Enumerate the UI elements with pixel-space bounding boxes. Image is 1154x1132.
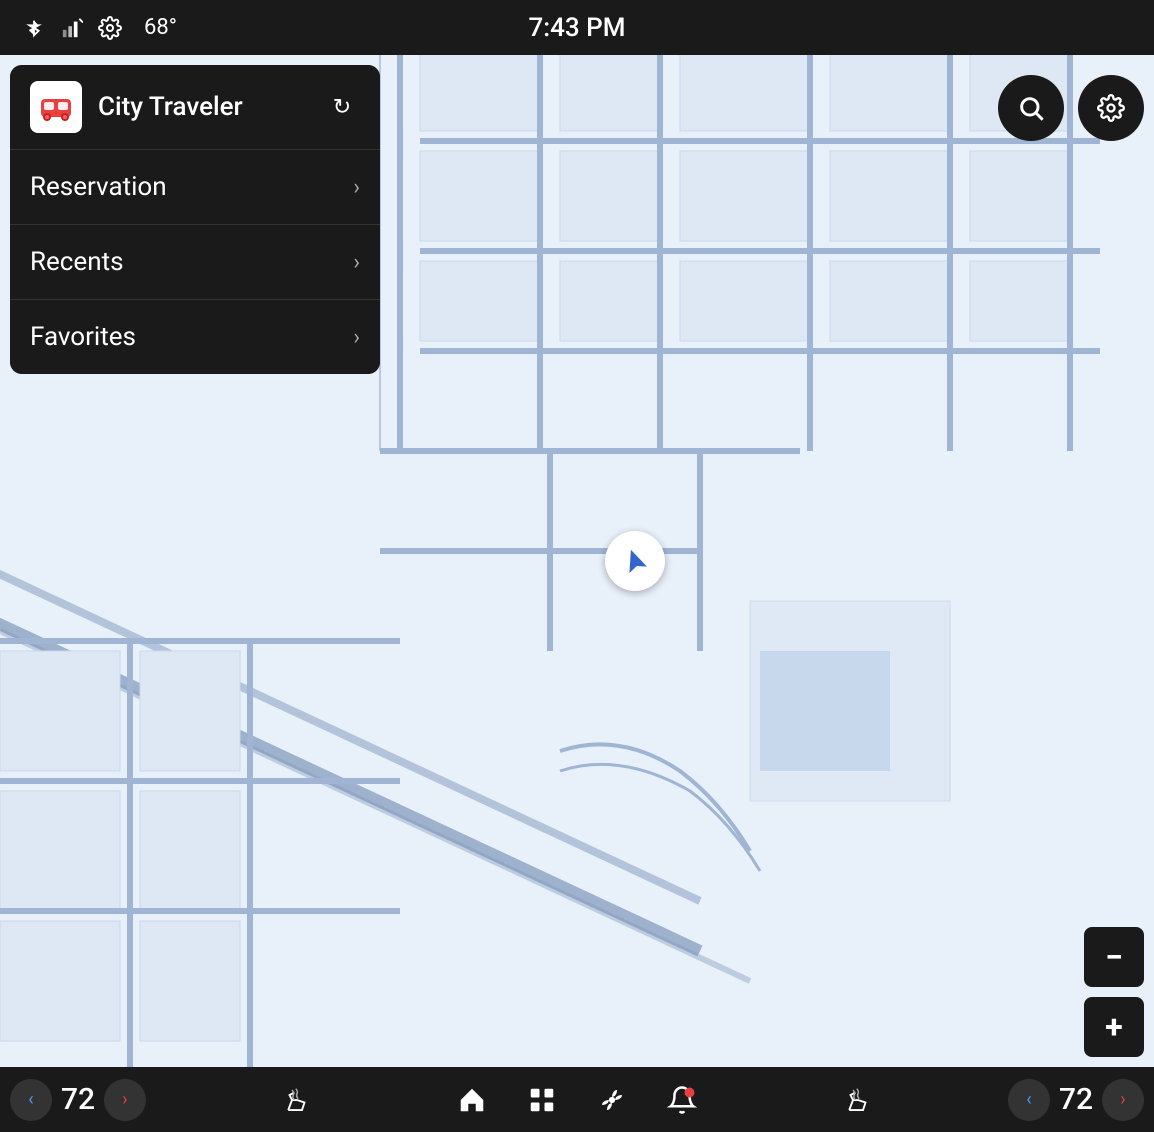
map-area: City Traveler ↻ Reservation › Recents › … — [0, 55, 1154, 1067]
reservation-label: Reservation — [30, 172, 167, 202]
refresh-button[interactable]: ↻ — [324, 89, 360, 125]
right-seat-heat-icon[interactable] — [833, 1075, 883, 1125]
apps-icon[interactable] — [517, 1075, 567, 1125]
location-marker — [605, 531, 665, 591]
left-temp-increase-button[interactable]: › — [104, 1079, 146, 1121]
settings-status-icon — [96, 14, 124, 42]
bottom-center-icons — [447, 1075, 707, 1125]
chevron-favorites: › — [353, 325, 360, 350]
menu-header: City Traveler ↻ — [10, 65, 380, 150]
app-title: City Traveler — [98, 92, 324, 122]
status-temperature: 68° — [144, 15, 177, 40]
map-settings-button[interactable] — [1078, 75, 1144, 141]
left-temp-control: ‹ 72 › — [10, 1079, 146, 1121]
right-temp-decrease-button[interactable]: ‹ — [1008, 1079, 1050, 1121]
bottom-bar: ‹ 72 › — [0, 1067, 1154, 1132]
right-temp-control: ‹ 72 › — [1008, 1079, 1144, 1121]
right-temperature-display: 72 — [1056, 1082, 1096, 1117]
favorites-label: Favorites — [30, 322, 136, 352]
status-time: 7:43 PM — [529, 13, 626, 43]
signal-icon — [58, 14, 86, 42]
recents-label: Recents — [30, 247, 124, 277]
notification-icon[interactable] — [657, 1075, 707, 1125]
right-temp-increase-button[interactable]: › — [1102, 1079, 1144, 1121]
zoom-in-button[interactable]: + — [1084, 997, 1144, 1057]
menu-item-recents[interactable]: Recents › — [10, 225, 380, 300]
chevron-recents: › — [353, 250, 360, 275]
app-menu: City Traveler ↻ Reservation › Recents › … — [10, 65, 380, 374]
status-bar: 68° 7:43 PM — [0, 0, 1154, 55]
home-icon[interactable] — [447, 1075, 497, 1125]
app-icon-box — [30, 81, 82, 133]
menu-item-favorites[interactable]: Favorites › — [10, 300, 380, 374]
zoom-out-button[interactable]: − — [1084, 927, 1144, 987]
search-button[interactable] — [998, 75, 1064, 141]
left-seat-heat-icon[interactable] — [272, 1075, 322, 1125]
left-temperature-display: 72 — [58, 1082, 98, 1117]
chevron-reservation: › — [353, 175, 360, 200]
bluetooth-icon — [20, 14, 48, 42]
left-temp-decrease-button[interactable]: ‹ — [10, 1079, 52, 1121]
menu-item-reservation[interactable]: Reservation › — [10, 150, 380, 225]
status-left: 68° — [20, 14, 177, 42]
fan-icon[interactable] — [587, 1075, 637, 1125]
